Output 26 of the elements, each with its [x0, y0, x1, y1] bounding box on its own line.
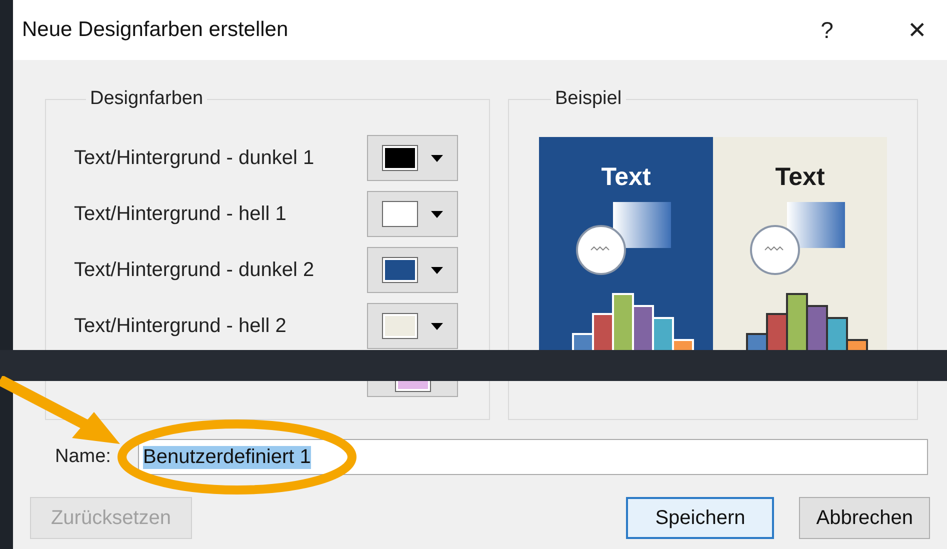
close-button[interactable]: ✕: [887, 16, 947, 44]
color-label: Text/Hintergrund - dunkel 1: [74, 146, 316, 170]
color-label: Text/Hintergrund - dunkel 2: [74, 258, 316, 282]
dialog-button[interactable]: Abbrechen: [799, 497, 930, 539]
color-picker-button[interactable]: [367, 191, 458, 237]
color-picker-button[interactable]: [367, 135, 458, 181]
chart-bar: [632, 305, 654, 350]
help-button[interactable]: ?: [797, 16, 857, 44]
dialog-button[interactable]: Speichern: [626, 497, 774, 539]
color-label: Text/Hintergrund - hell 1: [74, 202, 288, 226]
color-label: Text/Hintergrund - hell 2: [74, 314, 288, 338]
chart-bar: [806, 305, 828, 350]
group-title: Beispiel: [554, 88, 623, 110]
group-title: Designfarben: [89, 88, 204, 110]
caret-icon: [430, 154, 443, 162]
window-title: Neue Designfarben erstellen: [22, 18, 290, 42]
name-field[interactable]: Benutzerdefiniert 1: [138, 439, 928, 475]
color-picker-button[interactable]: [367, 247, 458, 293]
caret-icon: [430, 322, 443, 330]
name-label: Name:: [55, 446, 112, 468]
preview-text: Text: [775, 163, 825, 192]
caret-icon: [430, 210, 443, 218]
caret-icon: [430, 266, 443, 274]
color-picker-button[interactable]: [367, 303, 458, 349]
color-picker-button[interactable]: [367, 381, 458, 397]
preview-text: Text: [601, 163, 651, 192]
